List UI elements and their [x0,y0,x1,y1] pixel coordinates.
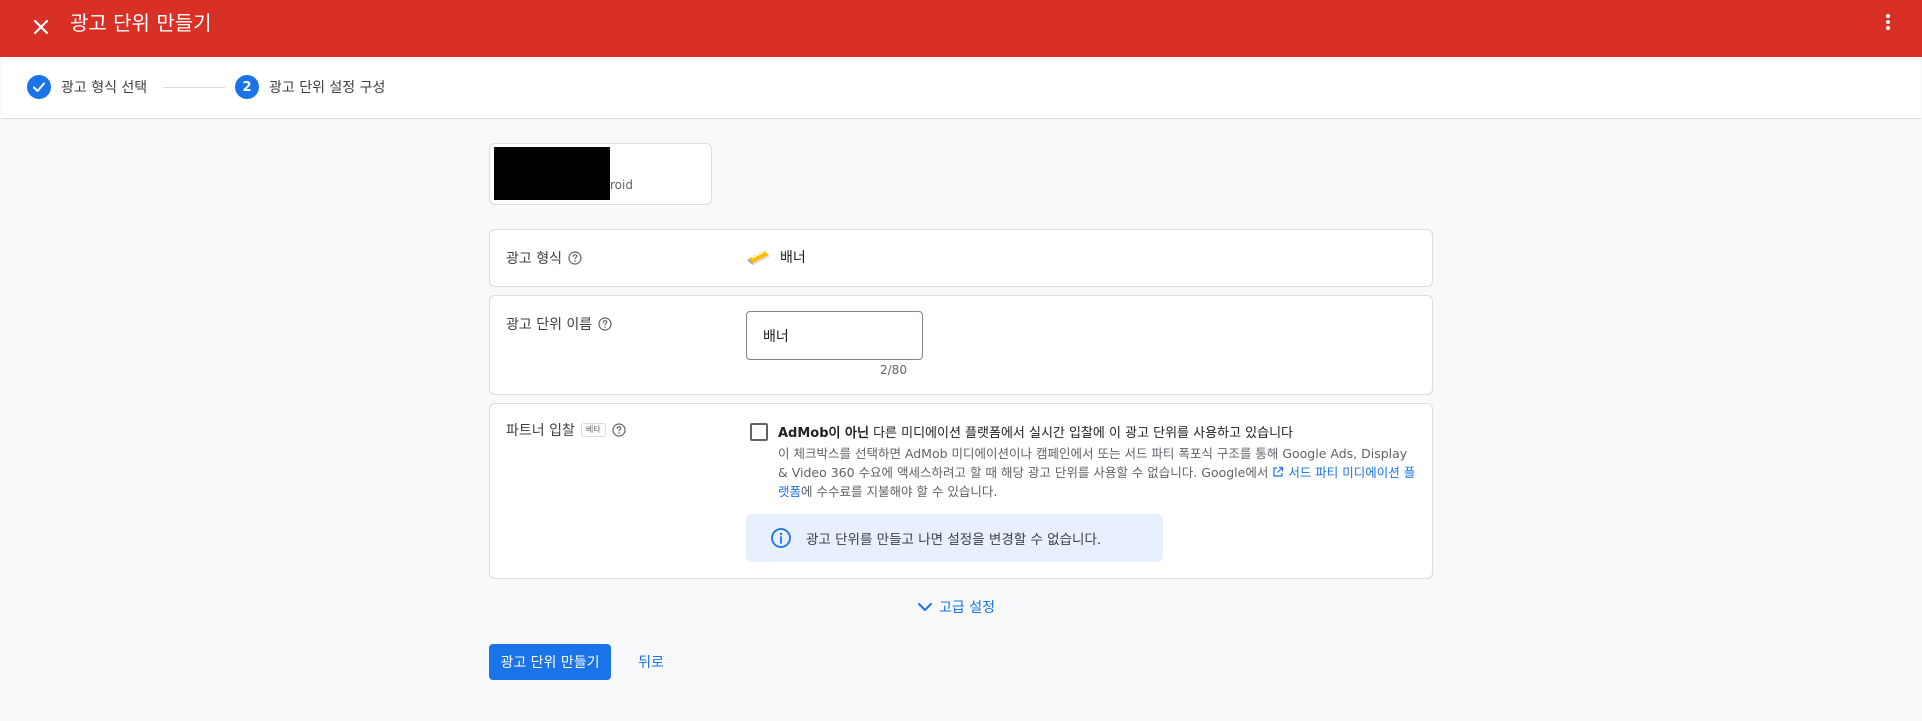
step-label: 광고 형식 선택 [61,80,148,96]
ad-format-label: 광고 형식 [506,248,582,268]
partner-bidding-checkbox-label[interactable]: AdMob이 아닌 다른 미디에이션 플랫폼에서 실시간 입찰에 이 광고 단위… [778,422,1293,441]
step-connector [163,87,225,88]
partner-bidding-label: 파트너 입찰 베타 [506,420,626,440]
step-configure-settings: 2 광고 단위 설정 구성 [235,75,385,99]
ad-format-label-text: 광고 형식 [506,251,562,267]
step-select-format[interactable]: 광고 형식 선택 [27,75,147,99]
ad-unit-name-label-text: 광고 단위 이름 [506,317,593,333]
partner-bidding-description: 이 체크박스를 선택하면 AdMob 미디에이션이나 캠페인에서 또는 서드 파… [778,444,1418,501]
chevron-down-icon [918,603,932,611]
notice-text: 광고 단위를 만들고 나면 설정을 변경할 수 없습니다. [806,532,1102,548]
ad-unit-name-card: 광고 단위 이름 2/80 [489,295,1433,395]
top-app-bar: 광고 단위 만들기 [0,0,1922,57]
ad-unit-name-label: 광고 단위 이름 [506,314,612,334]
ad-unit-name-input[interactable] [746,311,923,360]
banner-format-icon [748,251,769,265]
checkbox-label-bold: AdMob이 아닌 [778,426,869,441]
ad-format-value-text: 배너 [780,250,806,266]
advanced-settings-toggle[interactable]: 고급 설정 [917,597,995,617]
more-vert-icon [1886,14,1890,30]
help-icon[interactable] [568,251,582,265]
partner-bidding-label-text: 파트너 입찰 [506,423,575,439]
beta-badge: 베타 [580,423,606,437]
help-icon[interactable] [611,423,626,437]
help-icon[interactable] [598,317,612,331]
advanced-settings-label: 고급 설정 [939,600,995,616]
partner-bidding-checkbox[interactable] [750,423,768,441]
close-button[interactable] [26,12,56,42]
page-title: 광고 단위 만들기 [70,11,212,35]
check-icon [27,75,51,99]
step-number: 2 [235,75,259,99]
close-icon [33,19,49,35]
ad-format-value: 배너 [746,247,806,267]
info-notice: 광고 단위를 만들고 나면 설정을 변경할 수 없습니다. [746,514,1163,562]
back-button[interactable]: 뒤로 [627,644,675,680]
redacted-app-name [494,147,610,200]
ad-format-card: 광고 형식 배너 [489,229,1433,287]
checkbox-label-rest: 다른 미디에이션 플랫폼에서 실시간 입찰에 이 광고 단위를 사용하고 있습니… [868,426,1293,441]
stepper: 광고 형식 선택 2 광고 단위 설정 구성 [1,57,1921,119]
create-ad-unit-button[interactable]: 광고 단위 만들기 [489,644,611,680]
app-platform-text: roid [610,178,633,192]
step-label: 광고 단위 설정 구성 [269,80,386,96]
info-icon [771,528,791,548]
external-link-icon [1273,466,1284,477]
description-text: 에 수수료를 지불해야 할 수 있습니다. [801,484,998,499]
app-chip: roid [489,143,712,205]
more-options-button[interactable] [1876,10,1900,34]
partner-bidding-card: 파트너 입찰 베타 AdMob이 아닌 다른 미디에이션 플랫폼에서 실시간 입… [489,403,1433,579]
char-count: 2/80 [880,363,907,377]
